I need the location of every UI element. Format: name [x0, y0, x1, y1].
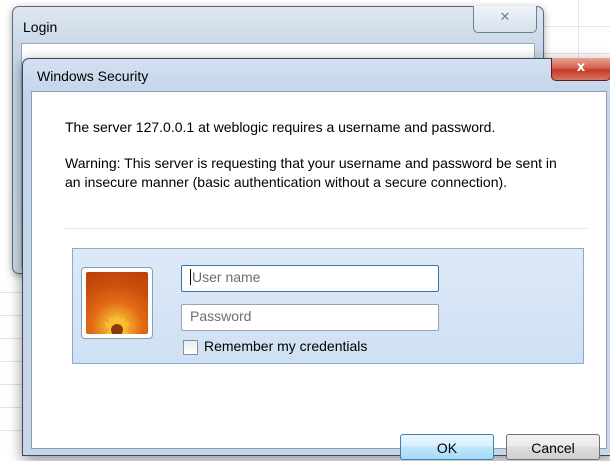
close-icon: ✕ [499, 10, 511, 25]
username-field[interactable]: User name [181, 265, 439, 292]
user-tile-flower-icon [86, 272, 148, 334]
user-tile [81, 267, 153, 339]
cancel-button[interactable]: Cancel [506, 434, 600, 460]
text-caret [190, 269, 191, 285]
username-placeholder: User name [192, 269, 261, 285]
login-window-title: Login [23, 19, 58, 35]
credential-panel: User name Password Remember my credentia… [72, 248, 584, 364]
login-close-button[interactable]: ✕ [473, 6, 537, 33]
close-icon: x [576, 60, 586, 75]
remember-checkbox[interactable] [183, 340, 198, 355]
separator [65, 228, 587, 229]
insecure-warning: Warning: This server is requesting that … [65, 155, 557, 190]
server-message: The server 127.0.0.1 at weblogic require… [65, 119, 496, 135]
dialog-close-button[interactable]: x [551, 58, 610, 81]
remember-label[interactable]: Remember my credentials [204, 338, 367, 354]
password-field[interactable]: Password [181, 304, 439, 331]
dialog-body: The server 127.0.0.1 at weblogic require… [31, 91, 607, 460]
dialog-title: Windows Security [37, 68, 149, 84]
ok-button[interactable]: OK [400, 434, 494, 460]
windows-security-dialog: Windows Security x The server 127.0.0.1 … [22, 58, 610, 460]
password-placeholder: Password [190, 308, 252, 324]
